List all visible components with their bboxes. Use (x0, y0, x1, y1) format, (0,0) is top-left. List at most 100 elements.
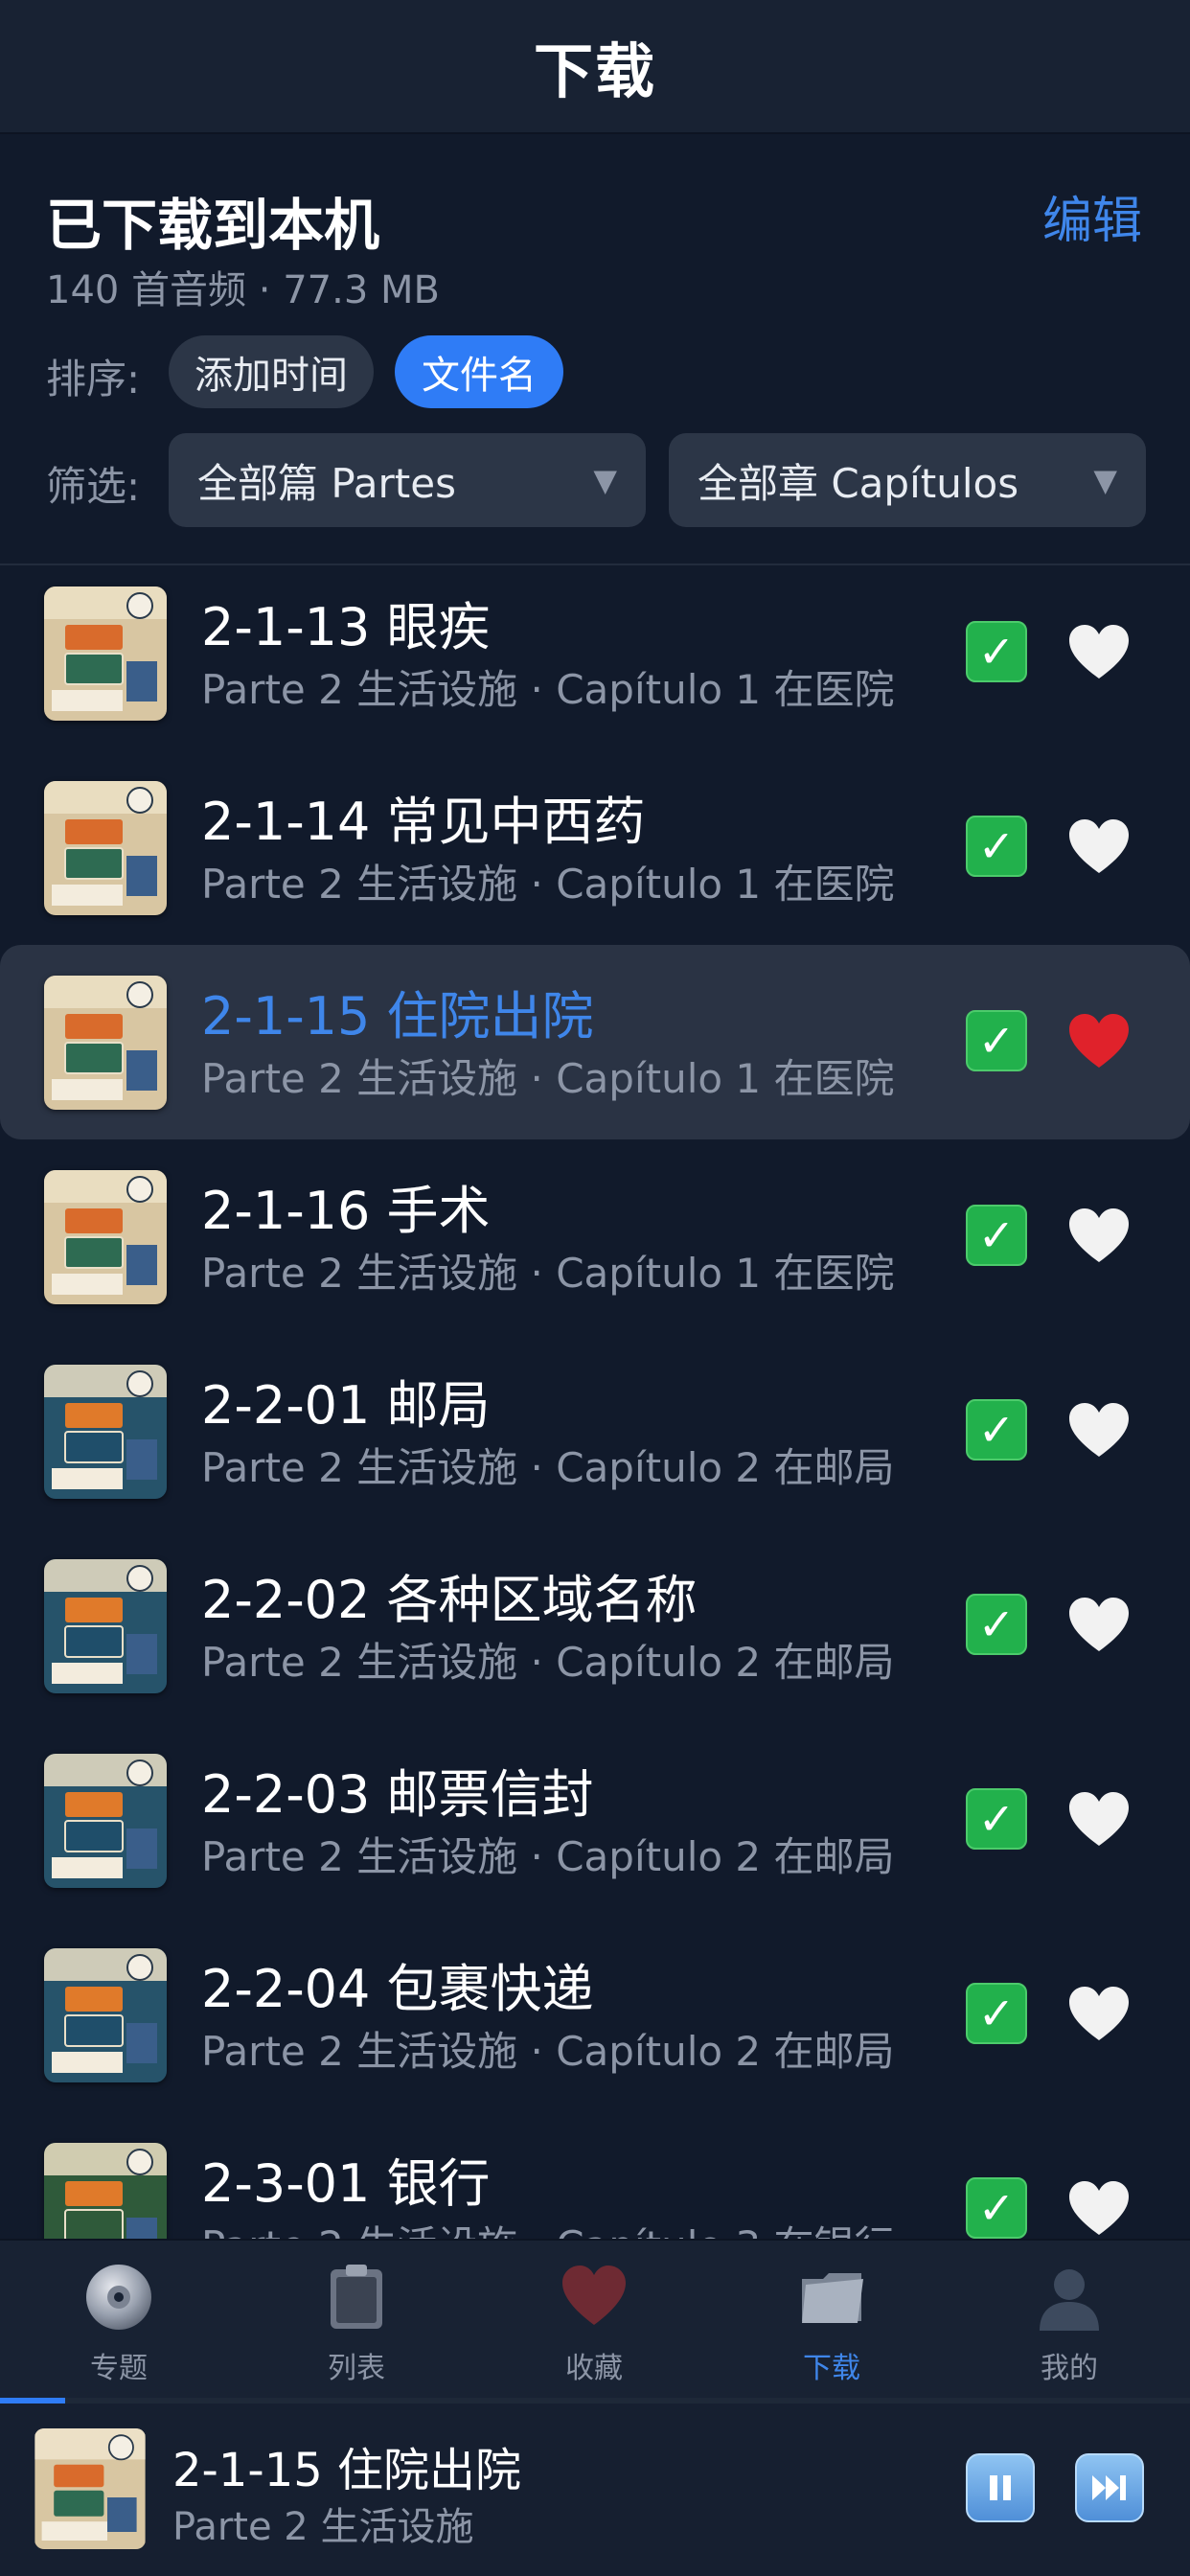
tab-label: 专题 (90, 2352, 148, 2385)
dropdown-arrow-icon: ▼ (593, 462, 617, 498)
downloaded-check-icon: ✓ (966, 1399, 1027, 1460)
pause-button[interactable] (966, 2453, 1035, 2522)
album-cover (44, 1948, 167, 2082)
track-subtitle: Parte 2 生活设施 · Capítulo 2 在邮局 (201, 1639, 895, 1686)
tab-topics[interactable]: 专题 (0, 2241, 238, 2400)
track-title: 2-1-13 眼疾 (201, 597, 491, 657)
track-title: 2-2-02 各种区域名称 (201, 1570, 698, 1630)
tab-bar: 专题 列表 收藏 下载 我的 (0, 2239, 1190, 2400)
album-cover-image (44, 1170, 167, 1304)
tab-favorites[interactable]: 收藏 (475, 2241, 713, 2400)
next-track-button[interactable] (1075, 2453, 1144, 2522)
album-cover (44, 2143, 167, 2239)
track-list[interactable]: 2-1-13 眼疾 Parte 2 生活设施 · Capítulo 1 在医院 ✓ 2… (0, 565, 1190, 2239)
tab-label: 列表 (328, 2352, 385, 2385)
downloaded-check-icon: ✓ (966, 1788, 1027, 1850)
album-cover-image (44, 1948, 167, 2082)
chapter-filter-select[interactable]: 全部章 Capítulos ▼ (669, 433, 1146, 527)
tab-list[interactable]: 列表 (238, 2241, 475, 2400)
album-cover-image (34, 2428, 146, 2549)
downloaded-check-icon: ✓ (966, 1594, 1027, 1655)
album-cover-image (44, 976, 167, 1110)
tab-downloads[interactable]: 下载 (713, 2241, 950, 2400)
downloads-summary: 140 首音频 · 77.3 MB (46, 268, 440, 312)
track-title: 2-3-01 银行 (201, 2153, 491, 2214)
edit-button[interactable]: 编辑 (1042, 180, 1142, 252)
part-filter-value: 全部篇 Partes (197, 459, 456, 507)
downloaded-check-icon: ✓ (966, 1983, 1027, 2044)
track-title: 2-1-16 手术 (201, 1181, 491, 1241)
filter-label: 筛选: (46, 463, 141, 510)
list-item[interactable]: 2-1-15 住院出院 Parte 2 生活设施 · Capítulo 1 在医院… (0, 945, 1190, 1139)
track-title: 2-1-15 住院出院 (201, 986, 594, 1046)
list-item[interactable]: 2-2-02 各种区域名称 Parte 2 生活设施 · Capítulo 2 在… (0, 1529, 1190, 1723)
track-subtitle: Parte 2 生活设施 · Capítulo 2 在邮局 (201, 2028, 895, 2075)
track-subtitle: Parte 2 生活设施 · Capítulo 1 在医院 (201, 1055, 895, 1102)
album-cover-image (44, 2143, 167, 2239)
album-cover (44, 1170, 167, 1304)
track-title: 2-2-01 邮局 (201, 1375, 491, 1436)
track-title: 2-2-03 邮票信封 (201, 1764, 594, 1825)
heart-icon[interactable] (1067, 1985, 1131, 2042)
now-playing-subtitle: Parte 2 生活设施 (172, 2505, 474, 2549)
sort-by-date-button[interactable]: 添加时间 (169, 335, 374, 408)
sort-label: 排序: (46, 356, 141, 402)
album-cover-image (44, 586, 167, 721)
list-item[interactable]: 2-1-14 常见中西药 Parte 2 生活设施 · Capítulo 1 在医… (0, 750, 1190, 945)
downloads-header: 已下载到本机 编辑 140 首音频 · 77.3 MB 排序: 添加时间 文件名… (0, 134, 1190, 565)
heart-icon[interactable] (1067, 1790, 1131, 1848)
section-title: 已下载到本机 (46, 193, 380, 258)
heart-icon[interactable] (1067, 1596, 1131, 1653)
downloaded-check-icon: ✓ (966, 1205, 1027, 1266)
sort-by-filename-button[interactable]: 文件名 (395, 335, 563, 408)
tab-label: 收藏 (565, 2352, 623, 2385)
page-title: 下载 (533, 36, 656, 106)
album-cover (44, 586, 167, 721)
dropdown-arrow-icon: ▼ (1093, 462, 1117, 498)
list-item[interactable]: 2-2-04 包裹快递 Parte 2 生活设施 · Capítulo 2 在邮局… (0, 1918, 1190, 2112)
tab-label: 下载 (803, 2352, 860, 2385)
mini-player[interactable]: 2-1-15 住院出院 Parte 2 生活设施 (0, 2404, 1190, 2576)
list-item[interactable]: 2-1-16 手术 Parte 2 生活设施 · Capítulo 1 在医院 ✓ (0, 1139, 1190, 1334)
chapter-filter-value: 全部章 Capítulos (698, 459, 1019, 507)
list-item[interactable]: 2-1-13 眼疾 Parte 2 生活设施 · Capítulo 1 在医院 ✓ (0, 565, 1190, 750)
album-cover (44, 1559, 167, 1693)
tab-label: 我的 (1041, 2352, 1098, 2385)
heart-icon[interactable] (1067, 1207, 1131, 1264)
favorite-heart-icon[interactable] (1067, 1012, 1131, 1070)
track-subtitle: Parte 2 生活设施 · Capítulo 3 在银行 (201, 2214, 895, 2239)
heart-icon (562, 2266, 626, 2325)
album-cover (44, 1365, 167, 1499)
cd-icon (86, 2265, 151, 2330)
downloaded-check-icon: ✓ (966, 816, 1027, 877)
heart-icon[interactable] (1067, 2179, 1131, 2237)
track-title: 2-2-04 包裹快递 (201, 1959, 594, 2019)
skip-next-icon (1092, 2475, 1126, 2500)
track-subtitle: Parte 2 生活设施 · Capítulo 1 在医院 (201, 861, 895, 908)
track-subtitle: Parte 2 生活设施 · Capítulo 1 在医院 (201, 666, 895, 713)
tab-profile[interactable]: 我的 (950, 2241, 1188, 2400)
album-cover (44, 976, 167, 1110)
downloaded-check-icon: ✓ (966, 621, 1027, 682)
part-filter-select[interactable]: 全部篇 Partes ▼ (169, 433, 646, 527)
album-cover-image (44, 1365, 167, 1499)
track-subtitle: Parte 2 生活设施 · Capítulo 2 在邮局 (201, 1833, 895, 1880)
now-playing-cover (34, 2428, 146, 2549)
folder-icon (802, 2273, 863, 2323)
list-item[interactable]: 2-2-01 邮局 Parte 2 生活设施 · Capítulo 2 在邮局 ✓ (0, 1334, 1190, 1529)
track-subtitle: Parte 2 生活设施 · Capítulo 1 在医院 (201, 1250, 895, 1297)
album-cover (44, 781, 167, 915)
heart-icon[interactable] (1067, 623, 1131, 680)
downloaded-check-icon: ✓ (966, 2177, 1027, 2239)
heart-icon[interactable] (1067, 817, 1131, 875)
clipboard-icon (331, 2265, 382, 2329)
downloaded-check-icon: ✓ (966, 1010, 1027, 1071)
pause-icon (990, 2475, 1011, 2500)
track-title: 2-1-14 常见中西药 (201, 792, 646, 852)
track-subtitle: Parte 2 生活设施 · Capítulo 2 在邮局 (201, 1444, 895, 1491)
album-cover-image (44, 1754, 167, 1888)
list-item[interactable]: 2-3-01 银行Parte 2 生活设施 · Capítulo 3 在银行 ✓ (0, 2112, 1190, 2239)
list-item[interactable]: 2-2-03 邮票信封 Parte 2 生活设施 · Capítulo 2 在邮局… (0, 1723, 1190, 1918)
person-icon (1040, 2269, 1099, 2331)
heart-icon[interactable] (1067, 1401, 1131, 1459)
